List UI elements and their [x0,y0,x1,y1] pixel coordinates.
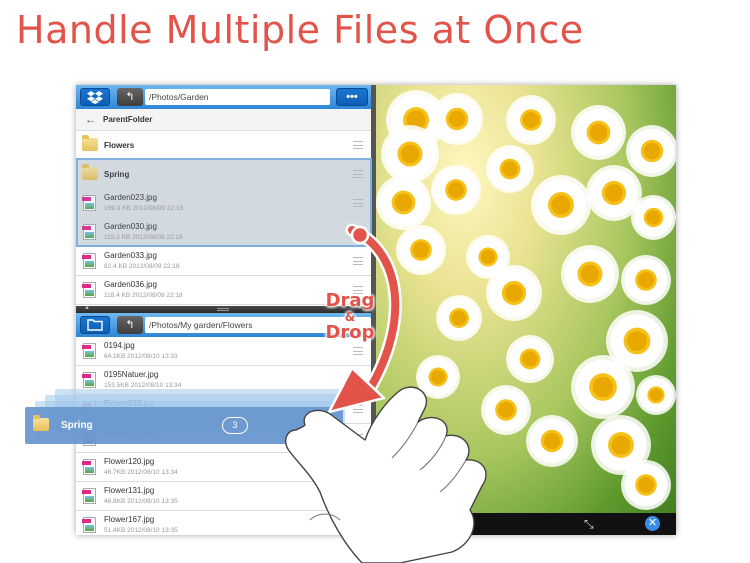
list-item[interactable]: Flower131.jpg 46.8KB 2012/08/10 13:35 [76,482,371,511]
list-item-name: Flower167.jpg [104,515,155,524]
folder-nav-icon[interactable] [80,316,110,334]
up-folder-button[interactable]: ↰ [117,88,143,106]
list-item-name: Flowers [104,141,135,150]
list-item-meta: 64.1KB 2012/08/10 13:33 [104,353,178,360]
reorder-handle-icon[interactable] [353,521,363,529]
expand-icon[interactable]: ⤡ [584,517,594,532]
reorder-handle-icon[interactable] [353,376,363,384]
list-item-meta: 82.4 KB 2012/08/09 22:18 [104,263,180,270]
list-item-name: Flower131.jpg [104,486,155,495]
folder-icon [82,135,98,151]
list-item[interactable]: Flower167.jpg 51.4KB 2012/08/10 13:35 [76,511,371,535]
drag-count-badge: 3 [222,417,248,434]
reorder-handle-icon[interactable] [353,463,363,471]
reorder-handle-icon[interactable] [353,492,363,500]
photo-preview[interactable] [376,85,676,535]
list-item-name: Garden033.jpg [104,251,157,260]
close-icon[interactable]: ✕ [645,516,660,531]
reorder-handle-icon[interactable] [353,257,363,265]
list-item[interactable]: Garden033.jpg 82.4 KB 2012/08/09 22:18 [76,247,371,276]
list-item-name: 0194.jpg [104,341,135,350]
image-file-icon [82,372,96,388]
list-item[interactable]: Flowers [76,131,371,160]
drag-card[interactable]: Spring 3 [25,407,343,444]
list-item-meta: 153.5KB 2012/08/10 13:34 [104,382,182,389]
list-item-name: 0195Natuer.jpg [104,370,159,379]
list-item-name: Flower120.jpg [104,457,155,466]
image-file-icon [82,459,96,475]
list-item-name: Garden036.jpg [104,280,157,289]
back-arrow-icon: ← [85,114,96,126]
reorder-handle-icon[interactable] [353,141,363,149]
list-item-meta: 118.4 KB 2012/08/09 22:18 [104,292,183,299]
image-file-icon [82,343,96,359]
photo-toolbar: ⤡ ✕ [376,513,676,535]
dropbox-icon[interactable] [80,88,110,106]
drag-and-drop-caption: Drag & Drop [325,290,375,343]
parent-folder-label: ParentFolder [103,115,153,124]
reorder-handle-icon[interactable] [353,347,363,355]
image-file-icon [82,488,96,504]
parent-folder-row[interactable]: ← ParentFolder [76,109,371,131]
image-file-icon [82,253,96,269]
folder-icon [33,415,49,431]
reorder-handle-icon[interactable] [353,405,363,413]
top-toolbar: ↰ /Photos/Garden ••• [76,85,371,109]
collapse-up-icon[interactable]: ▲ [84,305,90,311]
top-path-field[interactable]: /Photos/Garden [145,89,330,105]
drag-card-label: Spring [61,420,93,431]
list-item-meta: 51.4KB 2012/08/10 13:35 [104,527,178,534]
list-item[interactable]: Flower120.jpg 46.7KB 2012/08/10 13:34 [76,453,371,482]
selection-outline [76,158,372,247]
divider-grip-icon[interactable] [217,308,229,311]
image-file-icon [82,517,96,533]
reorder-handle-icon[interactable] [353,434,363,442]
more-button[interactable]: ••• [336,88,368,106]
list-item-meta: 46.8KB 2012/08/10 13:35 [104,498,178,505]
up-folder-button[interactable]: ↰ [117,316,143,334]
list-item-meta: 46.7KB 2012/08/10 13:34 [104,469,178,476]
image-file-icon [82,282,96,298]
headline: Handle Multiple Files at Once [16,8,584,52]
